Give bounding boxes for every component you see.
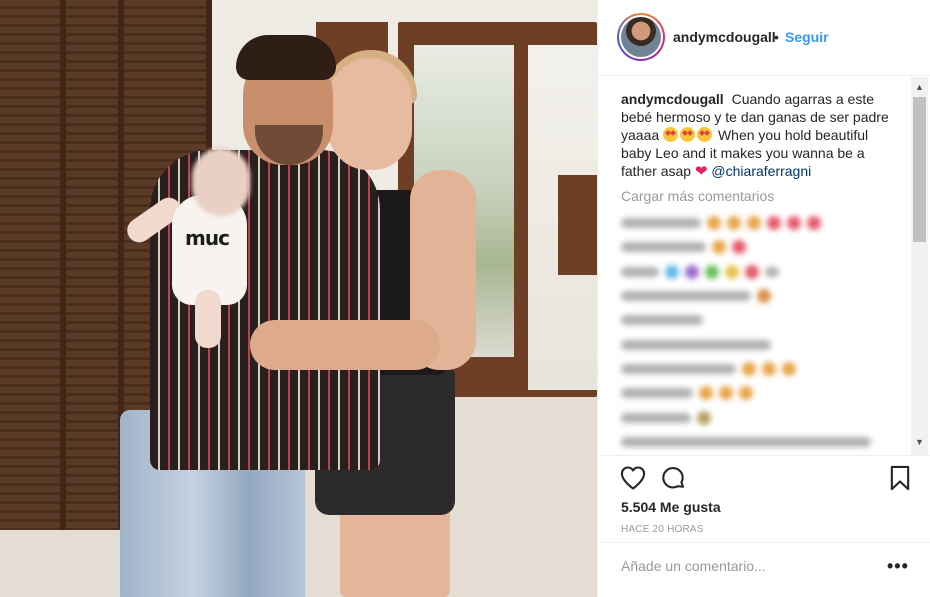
emoji-icon: [739, 386, 753, 401]
list-item: [621, 381, 911, 405]
emoji-icon: [807, 216, 821, 231]
likes-count[interactable]: 5.504 Me gusta: [621, 499, 721, 515]
list-item: [621, 357, 911, 381]
scroll-up-arrow-icon[interactable]: ▲: [911, 79, 928, 96]
emoji-icon: [707, 216, 721, 231]
post-header: andymcdougall • Seguir: [598, 0, 930, 76]
post-actions: 5.504 Me gusta HACE 20 HORAS: [598, 455, 930, 545]
emoji-icon: [757, 289, 771, 304]
star-struck-emoji-icon: [697, 127, 713, 142]
list-item: [621, 405, 911, 429]
caption-mention[interactable]: @chiaraferragni: [711, 163, 811, 179]
emoji-icon: [699, 386, 713, 401]
star-struck-emoji-icon: [663, 127, 679, 142]
emoji-icon: [719, 386, 733, 401]
emoji-icon: [697, 410, 711, 425]
post-photo[interactable]: muc: [0, 0, 597, 597]
photo-baby-leg: [195, 290, 221, 348]
header-username[interactable]: andymcdougall: [673, 29, 776, 45]
post-timestamp[interactable]: HACE 20 HORAS: [621, 524, 704, 535]
caption-username[interactable]: andymcdougall: [621, 91, 724, 107]
list-item: [621, 284, 911, 308]
emoji-icon: [732, 240, 746, 255]
red-heart-emoji-icon: ❤: [694, 163, 708, 180]
photo-baby-head: [192, 148, 250, 216]
emoji-icon: [725, 264, 739, 279]
avatar-inner: [619, 15, 663, 59]
emoji-icon: [685, 264, 699, 279]
blurred-text: [621, 388, 693, 399]
load-more-comments[interactable]: Cargar más comentarios: [621, 188, 774, 204]
emoji-icon: [747, 216, 761, 231]
emoji-icon: [742, 361, 756, 376]
comment-bubble-icon[interactable]: [659, 464, 687, 492]
avatar[interactable]: [617, 13, 665, 61]
photo-door-glass-right: [528, 45, 597, 390]
scroll-down-arrow-icon[interactable]: ▼: [911, 434, 928, 451]
blurred-text: [621, 242, 706, 253]
list-item: [621, 332, 911, 356]
emoji-icon: [782, 361, 796, 376]
emoji-icon: [787, 216, 801, 231]
list-item: [621, 211, 911, 235]
blurred-text: [621, 436, 871, 447]
emoji-icon: [712, 240, 726, 255]
emoji-icon: [745, 264, 759, 279]
photo-baby-shirt-print: muc: [185, 226, 230, 250]
photo-woman-forearm: [250, 320, 440, 370]
comment-input[interactable]: [621, 558, 871, 574]
list-item: [621, 235, 911, 259]
scrollbar-thumb[interactable]: [913, 97, 926, 242]
emoji-icon: [727, 216, 741, 231]
blurred-text: [621, 266, 659, 277]
blurred-text: [621, 218, 701, 229]
more-options-icon[interactable]: •••: [887, 556, 909, 577]
photo-man-shirt: [150, 150, 380, 470]
emoji-icon: [705, 264, 719, 279]
add-comment-bar: •••: [598, 542, 930, 597]
blurred-text: [621, 412, 691, 423]
blurred-text: [621, 291, 751, 302]
list-item: [621, 430, 911, 454]
blurred-text: [621, 339, 771, 350]
emoji-icon: [762, 361, 776, 376]
blurred-text: [765, 266, 779, 277]
heart-outline-icon[interactable]: [619, 464, 647, 492]
photo-woman-face: [328, 58, 412, 170]
post-sidebar: andymcdougall • Seguir andymcdougall Cua…: [597, 0, 930, 597]
comments-section: andymcdougall Cuando agarras a este bebé…: [598, 77, 930, 455]
star-struck-emoji-icon: [680, 127, 696, 142]
list-item: [621, 260, 911, 284]
header-separator: •: [774, 29, 779, 45]
blurred-text: [621, 363, 736, 374]
emoji-icon: [665, 264, 679, 279]
blurred-comments-list: [621, 211, 911, 454]
list-item: [621, 308, 911, 332]
bookmark-icon[interactable]: [886, 464, 914, 492]
post-caption: andymcdougall Cuando agarras a este bebé…: [621, 90, 899, 181]
emoji-icon: [767, 216, 781, 231]
blurred-text: [621, 315, 703, 326]
follow-button[interactable]: Seguir: [785, 29, 829, 45]
photo-man-hair: [236, 35, 336, 80]
avatar-image: [621, 17, 661, 57]
